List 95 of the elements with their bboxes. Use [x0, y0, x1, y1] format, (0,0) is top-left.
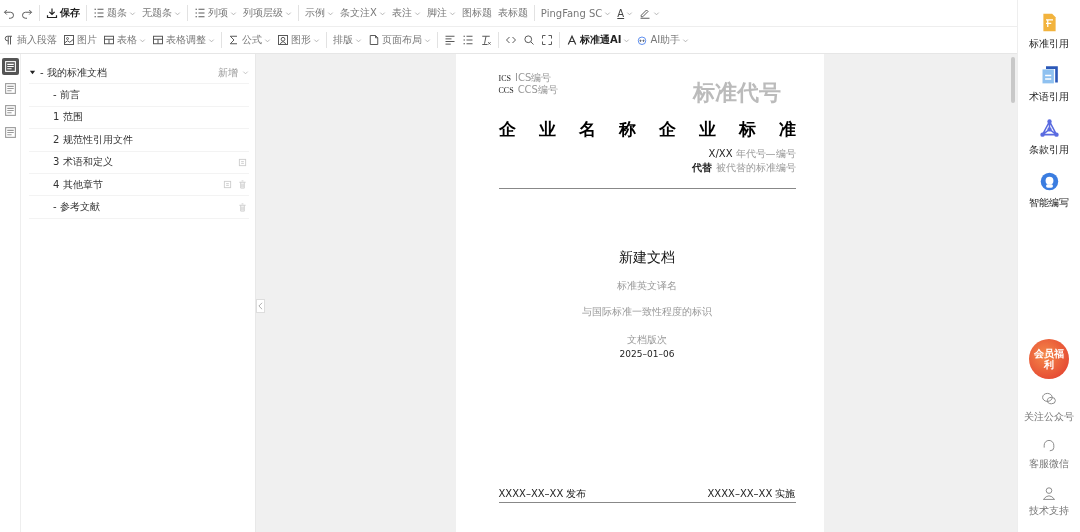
- rail-tab[interactable]: [1, 58, 19, 75]
- lines-icon: [462, 34, 474, 46]
- outline-item[interactable]: - 我的标准文档: [40, 65, 107, 80]
- toolbar-button[interactable]: 图片: [60, 29, 100, 51]
- outline-item[interactable]: 2 规范性引用文件: [53, 132, 133, 147]
- code-icon: [505, 34, 517, 46]
- toolbar-button[interactable]: 脚注: [423, 2, 459, 24]
- outline-row[interactable]: 4 其他章节: [29, 173, 249, 197]
- scrollbar[interactable]: [1011, 57, 1015, 103]
- doc-icon: [368, 34, 380, 46]
- document-date: 2025–01–06: [619, 349, 675, 359]
- sidebar-tool[interactable]: 标准引用: [1029, 12, 1069, 51]
- sidebar-link[interactable]: 关注公众号: [1024, 391, 1074, 424]
- paragraph-icon: [3, 34, 15, 46]
- toolbar-button[interactable]: 图形: [274, 29, 323, 51]
- undo-icon: [3, 7, 15, 19]
- toolbar-button[interactable]: 公式: [225, 29, 274, 51]
- replace-placeholder[interactable]: 被代替的标准编号: [715, 161, 796, 175]
- english-name-placeholder[interactable]: 标准英文译名: [617, 279, 677, 293]
- ics-placeholder[interactable]: ICS编号: [514, 71, 552, 85]
- fullscreen-icon: [541, 34, 553, 46]
- download-icon: [46, 7, 58, 19]
- ccs-placeholder[interactable]: CCS编号: [517, 83, 558, 97]
- toolbar-button[interactable]: 表标题: [494, 2, 531, 24]
- standard-title: 企业名称企业标准: [498, 118, 796, 141]
- chat-icon: [1041, 391, 1057, 407]
- toolbar-button[interactable]: 插入段落: [0, 29, 60, 51]
- toolbar-button[interactable]: 表格: [100, 29, 149, 51]
- sidebar-link[interactable]: 技术支持: [1029, 485, 1069, 518]
- toolbar-button[interactable]: 表注: [388, 2, 424, 24]
- ai-icon: [566, 34, 578, 46]
- table-icon: [152, 34, 164, 46]
- implement-date: XXXX–XX–XX 实施: [707, 487, 796, 501]
- caret-icon: [242, 69, 249, 77]
- toolbar-button[interactable]: 无题条: [139, 2, 184, 24]
- clearformat-icon: [480, 34, 492, 46]
- toolbar-button[interactable]: 图标题: [458, 2, 495, 24]
- trash-icon[interactable]: [238, 180, 247, 190]
- headset-icon: [1041, 438, 1057, 454]
- toolbar-button[interactable]: 题条: [90, 2, 139, 24]
- outline-row[interactable]: 2 规范性引用文件: [29, 129, 249, 152]
- list-icon: [194, 7, 206, 19]
- toolbar-button[interactable]: 表格调整: [149, 29, 218, 51]
- expand-icon[interactable]: [29, 69, 36, 77]
- number-placeholder[interactable]: 年代号—编号: [735, 147, 796, 161]
- add-link[interactable]: 新增: [218, 65, 238, 80]
- network-icon: [1038, 118, 1060, 139]
- toolbar-button[interactable]: 条文注X: [337, 2, 389, 24]
- sidebar-tool[interactable]: 术语引用: [1029, 65, 1069, 104]
- outline-row[interactable]: - 参考文献: [29, 196, 249, 219]
- person-icon: [1041, 485, 1057, 501]
- sidebar-tool[interactable]: 条款引用: [1029, 118, 1069, 157]
- toolbar-button[interactable]: 页面布局: [365, 29, 434, 51]
- outline-item[interactable]: - 前言: [53, 88, 80, 103]
- copy-icon[interactable]: [223, 180, 232, 190]
- sigma-icon: [228, 34, 240, 46]
- ccs-label: CCS: [498, 85, 514, 95]
- collapse-handle[interactable]: [256, 299, 265, 313]
- outline-row[interactable]: - 前言: [29, 84, 249, 107]
- outline-row[interactable]: 1 范围: [29, 106, 249, 130]
- image-icon: [63, 34, 75, 46]
- sidebar-tool[interactable]: 智能编写: [1029, 171, 1069, 210]
- trash-icon[interactable]: [238, 202, 247, 212]
- toolbar-button[interactable]: 保存: [43, 2, 83, 24]
- robot-icon: [1038, 171, 1060, 192]
- outline-item[interactable]: 1 范围: [53, 110, 83, 125]
- toolbar-button[interactable]: A: [614, 2, 637, 24]
- search-icon: [523, 34, 535, 46]
- table-icon: [103, 34, 115, 46]
- outline-item[interactable]: 3 术语和定义: [53, 155, 113, 170]
- toolbar-button[interactable]: 列项层级: [240, 2, 295, 24]
- alignleft-icon: [444, 34, 456, 46]
- robot-icon: [636, 34, 649, 46]
- copy-icon[interactable]: [238, 157, 247, 167]
- outline-item[interactable]: 4 其他章节: [53, 177, 103, 192]
- standard-number: X/XX: [708, 148, 733, 159]
- replace-label: 代替: [691, 161, 712, 175]
- toolbar-button[interactable]: AI助手: [633, 29, 693, 51]
- version-placeholder[interactable]: 文档版次: [627, 333, 667, 347]
- toolbar-button[interactable]: 排版: [330, 29, 365, 51]
- redo-icon: [21, 7, 33, 19]
- outline-row[interactable]: 3 术语和定义: [29, 151, 249, 174]
- publish-date: XXXX–XX–XX 发布: [498, 487, 587, 501]
- sidebar-link[interactable]: 客服微信: [1029, 438, 1069, 471]
- toolbar-button[interactable]: 示例: [302, 2, 337, 24]
- outline-item[interactable]: - 参考文献: [53, 200, 100, 215]
- toolbar-button[interactable]: 列项: [191, 2, 240, 24]
- member-badge[interactable]: 会员福利: [1029, 339, 1069, 379]
- shape-icon: [277, 34, 289, 46]
- pen-icon: [639, 7, 652, 19]
- toolbar-button[interactable]: 标准通AI: [563, 29, 634, 51]
- toolbar-button[interactable]: PingFang SC: [537, 2, 615, 24]
- document-title[interactable]: 新建文档: [619, 249, 675, 267]
- numlist-icon: [93, 7, 105, 19]
- ics-label: ICS: [498, 73, 511, 83]
